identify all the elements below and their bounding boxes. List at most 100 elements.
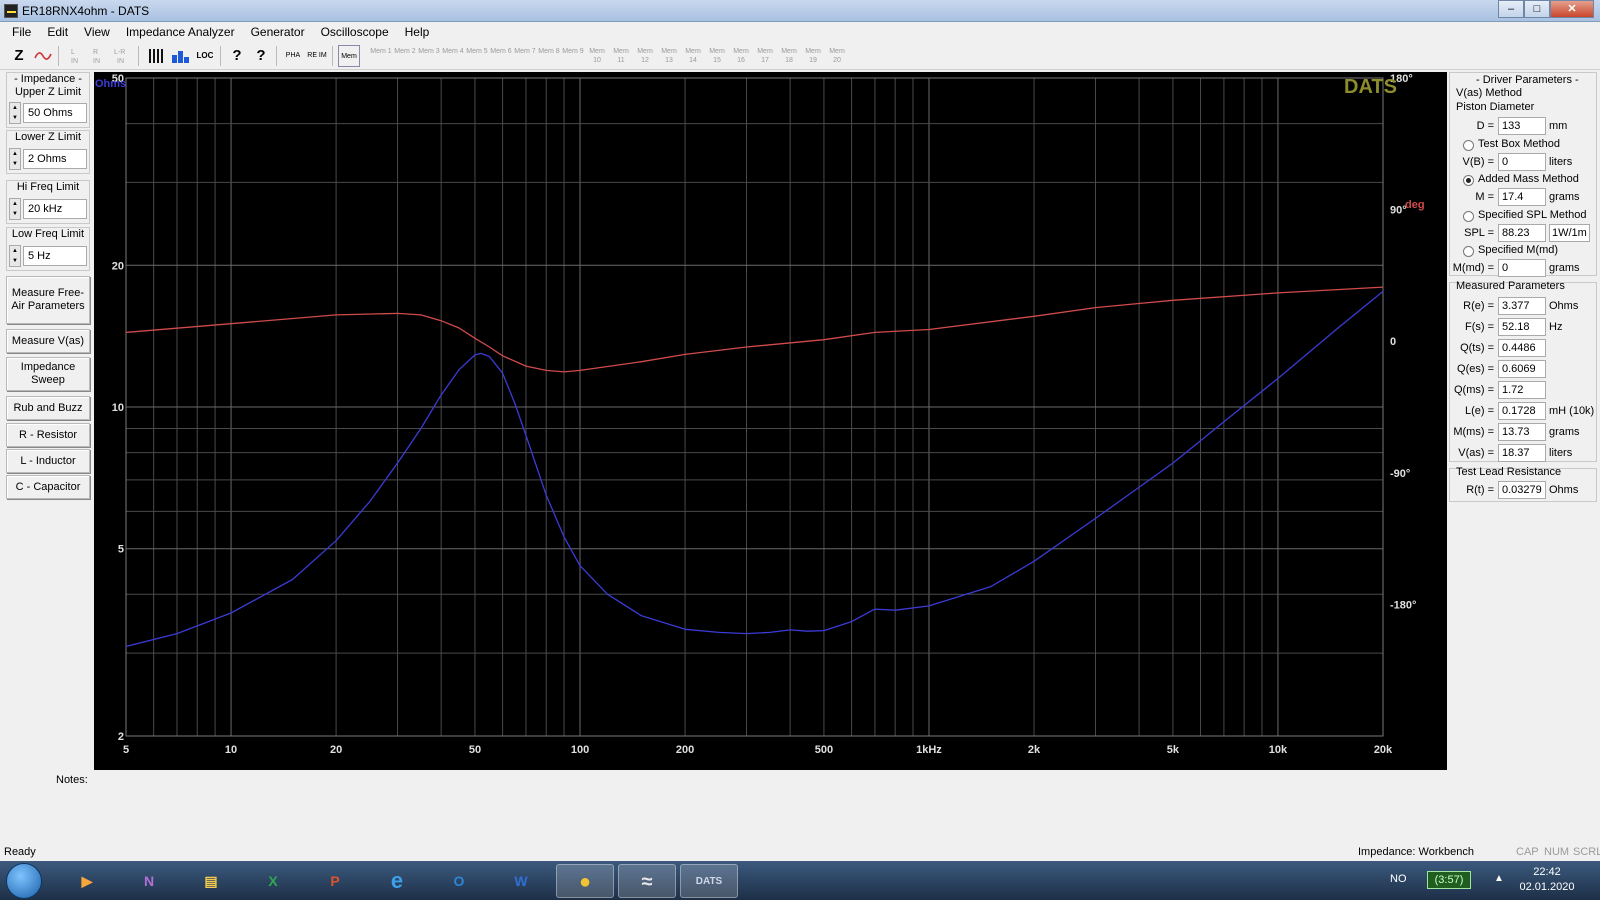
mem-slot-12[interactable]: Mem 12 (634, 45, 656, 67)
mem-slot-3[interactable]: Mem 3 (418, 45, 440, 67)
tray-expand-icon[interactable]: ▲ (1494, 873, 1504, 884)
excel-icon[interactable]: X (244, 864, 302, 898)
impedance-z-button[interactable]: Z (8, 45, 30, 67)
explorer-icon[interactable]: ▤ (182, 864, 240, 898)
menu-file[interactable]: File (4, 22, 39, 42)
status-cap: CAP (1516, 846, 1539, 858)
mem-slot-2[interactable]: Mem 2 (394, 45, 416, 67)
spin-arrows-icon[interactable]: ▲ ▼ (9, 198, 21, 220)
bars-icon[interactable] (146, 45, 168, 67)
menu-bar: File Edit View Impedance Analyzer Genera… (0, 22, 1600, 42)
help-button[interactable]: ? (226, 45, 248, 67)
mmd-unit: grams (1549, 262, 1580, 274)
menu-view[interactable]: View (76, 22, 118, 42)
start-button[interactable] (6, 863, 42, 899)
right-in-icon[interactable]: R IN (88, 45, 110, 67)
mem-slot-16[interactable]: Mem 16 (730, 45, 752, 67)
dats-app-icon[interactable]: DATS (680, 864, 738, 898)
added-mass-radio[interactable] (1463, 175, 1474, 186)
hi-freq-stepper[interactable]: ▲ ▼ 20 kHz (9, 198, 89, 220)
context-help-button[interactable]: ? (250, 45, 272, 67)
phase-button[interactable]: PHA (282, 45, 304, 67)
test-box-radio[interactable] (1463, 140, 1474, 151)
maximize-button[interactable]: □ (1524, 0, 1550, 18)
x-tick-label: 100 (571, 744, 589, 756)
low-freq-field[interactable]: 5 Hz (23, 246, 87, 266)
waveform-icon[interactable] (32, 45, 54, 67)
resistor-button[interactable]: R - Resistor (6, 423, 90, 447)
measure-free-air-button[interactable]: Measure Free-Air Parameters (6, 276, 90, 324)
spl-method-radio[interactable] (1463, 211, 1474, 222)
mmd-field[interactable]: 0 (1498, 259, 1546, 277)
spl-field[interactable]: 88.23 (1498, 224, 1546, 242)
histogram-icon[interactable] (170, 45, 192, 67)
spin-arrows-icon[interactable]: ▲ ▼ (9, 102, 21, 124)
oscilloscope-app-icon[interactable]: ≈ (618, 864, 676, 898)
menu-edit[interactable]: Edit (39, 22, 76, 42)
word-icon[interactable]: W (492, 864, 550, 898)
battery-icon[interactable]: (3:57) (1427, 871, 1471, 889)
minimize-button[interactable]: – (1498, 0, 1524, 18)
mem-slot-11[interactable]: Mem 11 (610, 45, 632, 67)
language-indicator[interactable]: NO (1390, 873, 1407, 885)
lower-z-field[interactable]: 2 Ohms (23, 149, 87, 169)
low-freq-stepper[interactable]: ▲ ▼ 5 Hz (9, 245, 89, 267)
mem-slot-15[interactable]: Mem 15 (706, 45, 728, 67)
media-player-icon[interactable]: ▶ (58, 864, 116, 898)
mem-slot-1[interactable]: Mem 1 (370, 45, 392, 67)
mem-slot-14[interactable]: Mem 14 (682, 45, 704, 67)
added-mass-field[interactable]: 17.4 (1498, 188, 1546, 206)
mem-button[interactable]: Mem (338, 45, 360, 67)
app-icon (4, 4, 18, 18)
mem-slot-17[interactable]: Mem 17 (754, 45, 776, 67)
mem-slot-13[interactable]: Mem 13 (658, 45, 680, 67)
log-scale-button[interactable]: LOC (194, 45, 216, 67)
re-im-button[interactable]: RE IM (306, 45, 328, 67)
impedance-sweep-button[interactable]: Impedance Sweep (6, 357, 90, 391)
mem-slot-4[interactable]: Mem 4 (442, 45, 464, 67)
outlook-icon[interactable]: O (430, 864, 488, 898)
le-value: 0.1728 (1498, 402, 1546, 420)
menu-oscilloscope[interactable]: Oscilloscope (313, 22, 397, 42)
lower-z-stepper[interactable]: ▲ ▼ 2 Ohms (9, 148, 89, 170)
internet-explorer-icon[interactable]: e (368, 864, 426, 898)
upper-z-stepper[interactable]: ▲ ▼ 50 Ohms (9, 102, 89, 124)
mem-slot-10[interactable]: Mem 10 (586, 45, 608, 67)
x-tick-label: 20 (330, 744, 342, 756)
taskbar-clock[interactable]: 22:42 02.01.2020 (1512, 865, 1582, 895)
powerpoint-icon[interactable]: P (306, 864, 364, 898)
menu-help[interactable]: Help (397, 22, 438, 42)
upper-z-field[interactable]: 50 Ohms (23, 103, 87, 123)
lr-in-icon[interactable]: L-R IN (112, 45, 134, 67)
toolbar-separator (58, 46, 59, 66)
chrome-icon[interactable]: ● (556, 864, 614, 898)
mem-slot-9[interactable]: Mem 9 (562, 45, 584, 67)
mem-slot-8[interactable]: Mem 8 (538, 45, 560, 67)
mem-slot-5[interactable]: Mem 5 (466, 45, 488, 67)
onenote-icon[interactable]: N (120, 864, 178, 898)
rt-value[interactable]: 0.03279 (1498, 481, 1546, 499)
mmd-method-radio[interactable] (1463, 246, 1474, 257)
menu-impedance-analyzer[interactable]: Impedance Analyzer (118, 22, 243, 42)
hi-freq-field[interactable]: 20 kHz (23, 199, 87, 219)
deg-unit-label: deg (1405, 199, 1425, 211)
mem-slot-7[interactable]: Mem 7 (514, 45, 536, 67)
mem-slot-18[interactable]: Mem 18 (778, 45, 800, 67)
rub-and-buzz-button[interactable]: Rub and Buzz (6, 396, 90, 420)
impedance-plot[interactable]: 5 10 20 50 100 200 500 1kHz 2k 5k 10k 20k 50 20 10 5 2 18… (94, 72, 1447, 770)
menu-generator[interactable]: Generator (243, 22, 313, 42)
left-in-icon[interactable]: L IN (66, 45, 88, 67)
mem-slot-6[interactable]: Mem 6 (490, 45, 512, 67)
vb-field[interactable]: 0 (1498, 153, 1546, 171)
inductor-button[interactable]: L - Inductor (6, 449, 90, 473)
close-button[interactable]: ✕ (1550, 0, 1594, 18)
diameter-field[interactable]: 133 (1498, 117, 1546, 135)
spin-arrows-icon[interactable]: ▲ ▼ (9, 245, 21, 267)
x-tick-label: 200 (676, 744, 694, 756)
mem-slot-20[interactable]: Mem 20 (826, 45, 848, 67)
measure-vas-button[interactable]: Measure V(as) (6, 329, 90, 353)
spin-arrows-icon[interactable]: ▲ ▼ (9, 148, 21, 170)
capacitor-button[interactable]: C - Capacitor (6, 475, 90, 499)
qes-value: 0.6069 (1498, 360, 1546, 378)
mem-slot-19[interactable]: Mem 19 (802, 45, 824, 67)
